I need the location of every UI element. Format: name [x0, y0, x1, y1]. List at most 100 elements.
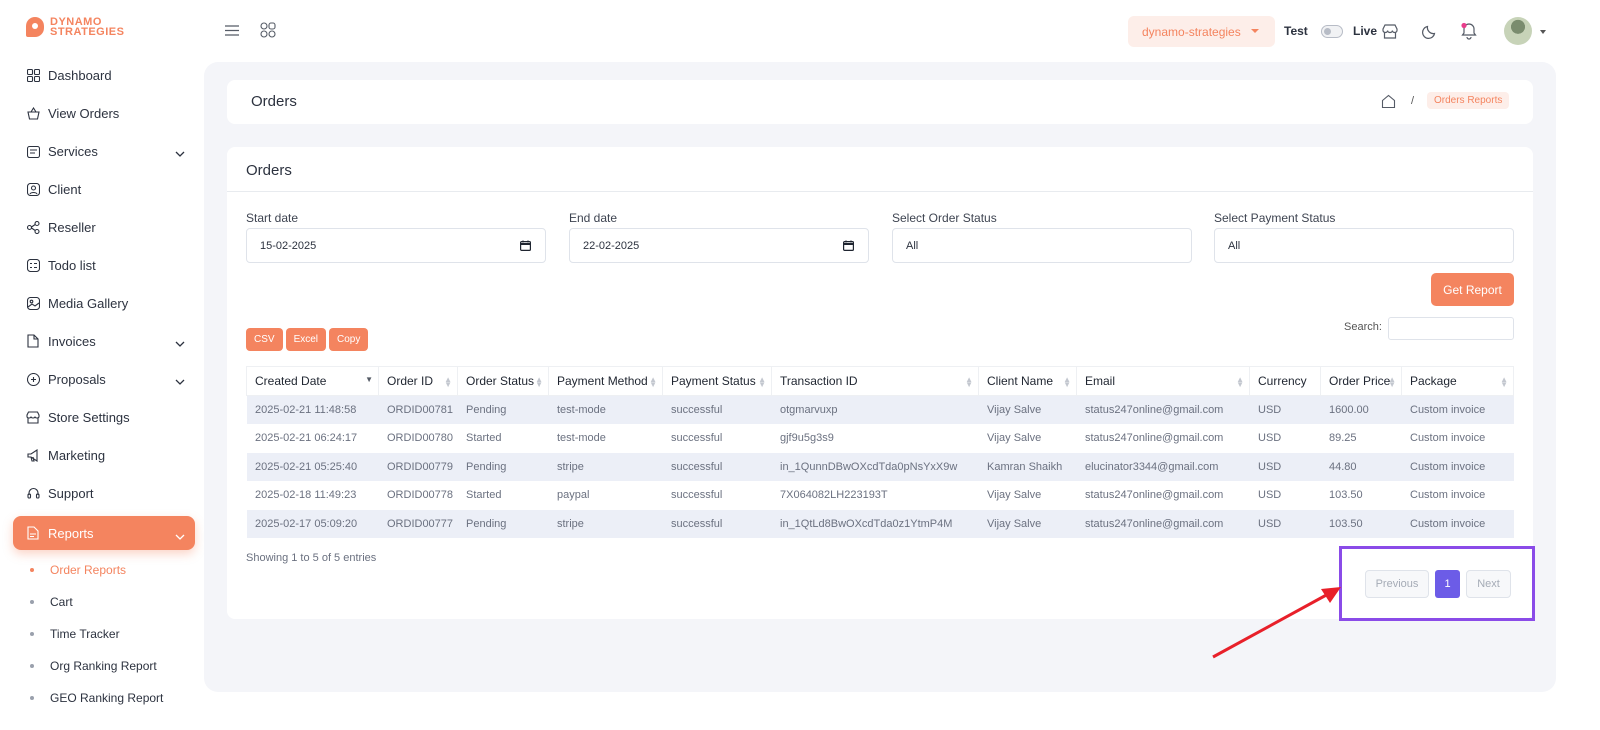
annotation-highlight-box	[1339, 546, 1535, 621]
excel-button[interactable]: Excel	[285, 328, 327, 351]
sidebar-item-todo-list[interactable]: Todo list	[13, 246, 195, 284]
start-date-filter: Start date 15-02-2025	[246, 211, 546, 263]
calendar-icon[interactable]	[843, 240, 855, 254]
sidebar-item-invoices[interactable]: Invoices	[13, 322, 195, 360]
cell-payment-status: successful	[671, 432, 723, 445]
table-info: Showing 1 to 5 of 5 entries	[246, 552, 377, 564]
sidebar-item-media-gallery[interactable]: Media Gallery	[13, 284, 195, 322]
column-header-payment-method[interactable]: Payment Method ▲ ▼	[548, 366, 663, 396]
column-header-order-id[interactable]: Order ID ▲ ▼	[378, 366, 458, 396]
order-status-select[interactable]: All	[892, 228, 1192, 263]
top-header: dynamo-strategies Test Live	[208, 0, 1600, 62]
annotation-arrow-icon	[1212, 587, 1341, 659]
cell-order-status: Pending	[457, 452, 549, 481]
submenu-item-order-reports[interactable]: Order Reports	[13, 554, 195, 586]
payment-status-select[interactable]: All	[1214, 228, 1514, 263]
table-header-row: Created Date ▼ Order ID ▲ ▼ Order Status ▲ ▼ …	[246, 366, 1514, 396]
page-title: Orders	[251, 93, 297, 110]
cell-email: elucinator3344@gmail.com	[1076, 452, 1250, 481]
cell-currency: USD	[1258, 489, 1282, 502]
live-mode-toggle[interactable]	[1321, 25, 1343, 38]
network-icon	[26, 220, 40, 234]
sidebar-item-label: Client	[48, 181, 82, 197]
sidebar-item-view-orders[interactable]: View Orders	[13, 94, 195, 132]
page-title-bar: Orders / Orders Reports	[227, 80, 1533, 124]
submenu-item-time-tracker[interactable]: Time Tracker	[13, 618, 195, 650]
cell-client-name: Vijay Salve	[987, 432, 1042, 445]
basket-icon	[26, 106, 40, 120]
table-row[interactable]: 2025-02-21 06:24:17 ORDID00780 Started test…	[247, 424, 1514, 453]
sidebar-item-label: Reports	[48, 525, 94, 541]
sidebar-item-support[interactable]: Support	[13, 474, 195, 512]
column-header-email[interactable]: Email ▲ ▼	[1076, 366, 1250, 396]
bullet-icon	[30, 664, 34, 668]
end-date-input[interactable]: 22-02-2025	[569, 228, 869, 263]
store-select[interactable]: dynamo-strategies	[1128, 16, 1275, 47]
store-icon[interactable]	[1381, 22, 1399, 40]
chevron-down-icon	[175, 335, 185, 350]
cell-currency: USD	[1258, 432, 1282, 445]
user-avatar[interactable]	[1504, 17, 1532, 45]
calendar-icon[interactable]	[520, 240, 532, 254]
checklist-icon	[26, 258, 40, 272]
dark-mode-icon[interactable]	[1420, 22, 1438, 40]
notification-icon[interactable]	[1460, 22, 1478, 40]
submenu-item-geo-ranking-report[interactable]: GEO Ranking Report	[13, 682, 195, 714]
apps-grid-icon[interactable]	[260, 22, 276, 43]
submenu-item-label: Cart	[50, 595, 73, 609]
csv-button[interactable]: CSV	[246, 328, 283, 351]
table-row[interactable]: 2025-02-18 11:49:23 ORDID00778 Started payp…	[247, 481, 1514, 510]
sidebar-item-reseller[interactable]: Reseller	[13, 208, 195, 246]
cell-payment-method: test-mode	[557, 432, 606, 445]
cell-package: Custom invoice	[1401, 395, 1514, 424]
sidebar-item-proposals[interactable]: Proposals	[13, 360, 195, 398]
column-header-payment-status[interactable]: Payment Status ▲ ▼	[662, 366, 772, 396]
table-row[interactable]: 2025-02-21 05:25:40 ORDID00779 Pending stri…	[246, 452, 1514, 481]
submenu-item-cart[interactable]: Cart	[13, 586, 195, 618]
start-date-input[interactable]: 15-02-2025	[246, 228, 546, 263]
cell-payment-method: paypal	[557, 489, 590, 502]
copy-button[interactable]: Copy	[329, 328, 369, 351]
sidebar-item-store-settings[interactable]: Store Settings	[13, 398, 195, 436]
cell-package: Custom invoice	[1401, 452, 1514, 481]
column-header-transaction-id[interactable]: Transaction ID ▲ ▼	[771, 366, 979, 396]
submenu-item-label: Order Reports	[50, 563, 127, 577]
cell-payment-method: stripe	[548, 452, 663, 481]
column-header-package[interactable]: Package ▲ ▼	[1401, 366, 1514, 396]
column-header-created-date[interactable]: Created Date ▼	[246, 366, 379, 396]
cell-client-name: Vijay Salve	[978, 509, 1077, 538]
submenu-item-org-ranking-report[interactable]: Org Ranking Report	[13, 650, 195, 682]
sidebar-item-dashboard[interactable]: Dashboard	[13, 56, 195, 94]
proposal-icon	[26, 372, 40, 386]
calendar-icon	[26, 144, 40, 158]
submenu-item-label: Org Ranking Report	[50, 659, 157, 673]
orders-table: Created Date ▼ Order ID ▲ ▼ Order Status ▲ ▼ …	[246, 366, 1514, 538]
sidebar-item-client[interactable]: Client	[13, 170, 195, 208]
cell-order-status: Pending	[457, 395, 549, 424]
user-icon	[26, 182, 40, 196]
cell-created-date: 2025-02-18 11:49:23	[255, 489, 357, 502]
breadcrumb-current: Orders Reports	[1427, 92, 1510, 109]
cell-client-name: Kamran Shaikh	[978, 452, 1077, 481]
menu-icon[interactable]	[225, 23, 239, 41]
sidebar-item-services[interactable]: Services	[13, 132, 195, 170]
table-row[interactable]: 2025-02-21 11:48:58 ORDID00781 Pending test…	[246, 395, 1514, 424]
column-header-client-name[interactable]: Client Name ▲ ▼	[978, 366, 1077, 396]
order-status-label: Select Order Status	[892, 211, 997, 225]
cell-package: Custom invoice	[1410, 489, 1486, 502]
table-row[interactable]: 2025-02-17 05:09:20 ORDID00777 Pending stri…	[246, 509, 1514, 538]
column-header-order-price[interactable]: Order Price ▲ ▼	[1320, 366, 1402, 396]
home-icon[interactable]	[1381, 94, 1396, 114]
sidebar-item-marketing[interactable]: Marketing	[13, 436, 195, 474]
sidebar-item-reports[interactable]: Reports	[13, 516, 195, 550]
caret-down-icon[interactable]	[1540, 30, 1546, 34]
sidebar-item-label: Marketing	[48, 447, 106, 463]
sidebar-item-label: Services	[48, 143, 98, 159]
bullet-icon	[30, 696, 34, 700]
cell-created-date: 2025-02-17 05:09:20	[246, 509, 379, 538]
search-input[interactable]	[1388, 317, 1514, 340]
column-header-order-status[interactable]: Order Status ▲ ▼	[457, 366, 549, 396]
brand-logo[interactable]: DYNAMO STRATEGIES	[26, 17, 124, 38]
column-header-currency[interactable]: Currency	[1249, 366, 1321, 396]
get-report-button[interactable]: Get Report	[1431, 273, 1514, 306]
